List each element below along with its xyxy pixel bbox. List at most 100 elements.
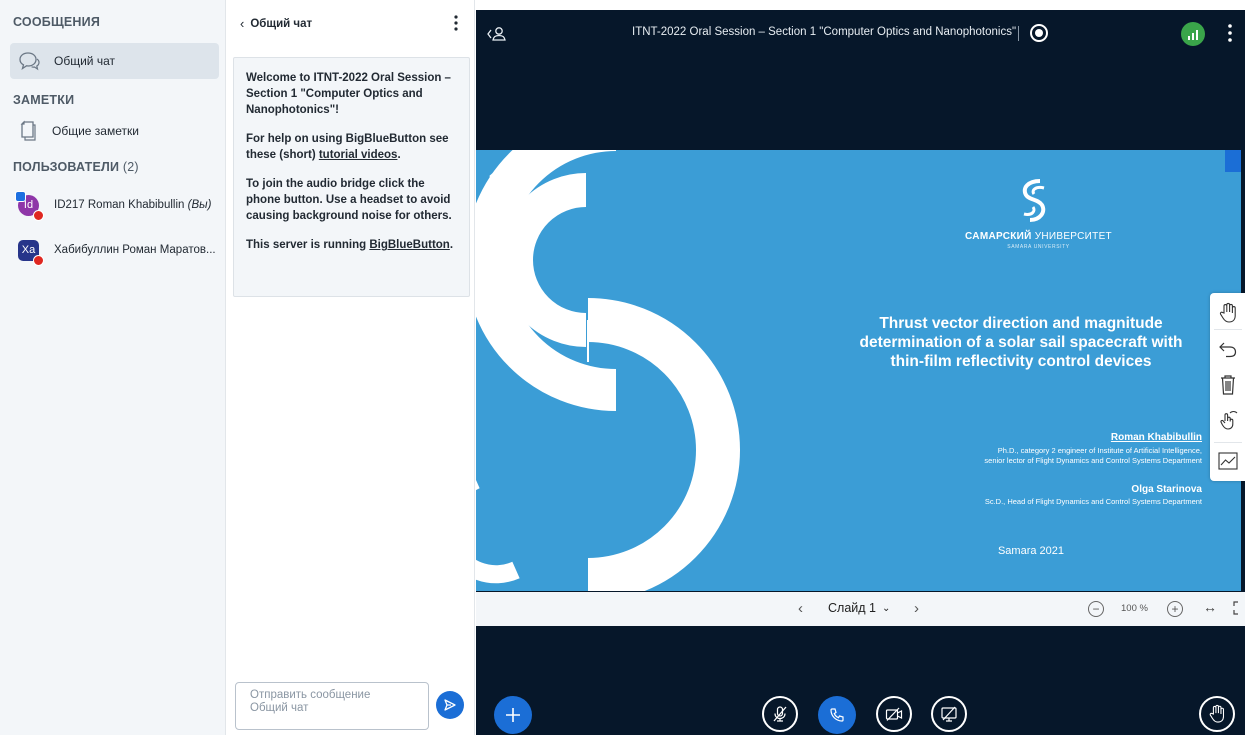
toolbar-divider [1214, 442, 1242, 443]
meeting-title: ITNT-2022 Oral Session – Section 1 "Comp… [632, 26, 1017, 38]
chat-message-input[interactable]: Отправить сообщение Общий чат [235, 682, 429, 730]
slide-date: Samara 2021 [997, 545, 1065, 557]
muted-mic-icon [33, 209, 44, 221]
public-chat-item[interactable]: Общий чат [10, 43, 219, 79]
help-text: . [397, 149, 401, 161]
chat-bubble-icon [19, 52, 40, 71]
minimize-presentation-button[interactable] [1225, 150, 1241, 172]
next-slide-button[interactable]: › [914, 600, 919, 617]
users-section-title: ПОЛЬЗОВАТЕЛИ (2) [13, 160, 139, 174]
bigbluebutton-link[interactable]: BigBlueButton [369, 239, 449, 251]
fullscreen-icon[interactable] [1233, 601, 1243, 615]
leave-audio-button[interactable] [818, 696, 856, 734]
multi-user-button[interactable] [1216, 408, 1240, 432]
muted-mic-icon [33, 254, 44, 266]
actions-button[interactable] [494, 696, 532, 734]
chat-title: Общий чат [250, 17, 313, 30]
user-name: ID217 Roman Khabibullin (Вы) [54, 199, 211, 211]
welcome-text: Welcome to [246, 72, 314, 84]
multi-user-pointer-icon [1220, 410, 1238, 430]
server-text: This server is running [246, 239, 370, 251]
chat-back-button[interactable]: ‹ Общий чат [240, 16, 312, 31]
author-name: Olga Starinova [1131, 484, 1202, 495]
slide-title: Thrust vector direction and magnitude de… [859, 315, 1183, 370]
toolbar-divider [1214, 329, 1242, 330]
slide-select[interactable]: Слайд 1 ⌄ [828, 601, 890, 615]
user-row-other[interactable]: Ха Хабибуллин Роман Маратов... [18, 235, 218, 266]
zoom-in-button[interactable]: + [1167, 601, 1183, 617]
avatar: Ха [18, 239, 44, 266]
public-chat-label: Общий чат [54, 54, 115, 68]
plus-icon: + [1171, 602, 1179, 616]
avatar: Id [15, 190, 44, 221]
chat-input-placeholder: Отправить сообщение [250, 689, 371, 701]
plus-icon [506, 708, 520, 722]
shared-notes-label: Общие заметки [52, 124, 139, 138]
hand-icon [1219, 302, 1236, 323]
author-description: Sc.D., Head of Flight Dynamics and Contr… [984, 497, 1202, 506]
screen-share-off-icon [941, 706, 957, 722]
raise-hand-button[interactable] [1199, 696, 1235, 732]
presentation-slide: САМАРСКИЙ УНИВЕРСИТЕТ SAMARA UNIVERSITY … [476, 150, 1241, 591]
draw-tool-button[interactable] [1216, 449, 1240, 473]
chat-options-icon[interactable] [451, 14, 461, 32]
audio-line: To join the audio bridge click the phone… [246, 178, 452, 222]
title-divider [1018, 26, 1019, 41]
toggle-userlist-icon[interactable] [486, 24, 510, 44]
send-button[interactable] [436, 691, 464, 719]
tutorial-videos-link[interactable]: tutorial videos [319, 149, 398, 161]
chevron-down-icon: ⌄ [881, 602, 891, 614]
author-description-line: Ph.D., category 2 engineer of Institute … [997, 446, 1202, 455]
author-name: Roman Khabibullin [1110, 432, 1202, 443]
university-name-rest: УНИВЕРСИТЕТ [1031, 231, 1112, 242]
notes-icon [20, 120, 36, 141]
user-list-panel: СООБЩЕНИЯ Общий чат ЗАМЕТКИ Общие заметк… [0, 0, 226, 735]
presentation-area: ITNT-2022 Oral Session – Section 1 "Comp… [476, 10, 1245, 735]
server-line: This server is running BigBlueButton. [246, 237, 457, 253]
messages-section-title: СООБЩЕНИЯ [13, 15, 101, 29]
user-self-suffix: (Вы) [187, 199, 212, 211]
author-description: Ph.D., category 2 engineer of Institute … [836, 446, 1202, 466]
share-webcam-button[interactable] [876, 696, 912, 732]
university-logo-icon [1022, 179, 1046, 222]
microphone-muted-icon [773, 706, 787, 722]
user-name-text: ID217 Roman Khabibullin [54, 199, 185, 211]
app-options-icon[interactable] [1225, 22, 1235, 44]
connection-status-icon[interactable] [1181, 22, 1205, 46]
slide-navigation-bar: ‹ Слайд 1 ⌄ › − 100 % + ↔ [476, 592, 1245, 626]
send-icon [444, 699, 456, 711]
chat-input-placeholder: Общий чат [250, 702, 309, 714]
phone-icon [830, 708, 844, 722]
server-text: . [449, 239, 454, 251]
mute-button[interactable] [762, 696, 798, 732]
chevron-left-icon: ‹ [240, 16, 245, 31]
university-name-en: SAMARA UNIVERSITY [1007, 244, 1070, 250]
zoom-out-button[interactable]: − [1088, 601, 1104, 617]
notes-section-title: ЗАМЕТКИ [13, 93, 75, 107]
minus-icon: − [1092, 602, 1100, 616]
welcome-line: Welcome to ITNT-2022 Oral Session – Sect… [246, 70, 457, 118]
user-row-self[interactable]: Id ID217 Roman Khabibullin (Вы) [15, 190, 218, 221]
help-line: For help on using BigBlueButton see thes… [246, 131, 457, 163]
users-title-text: ПОЛЬЗОВАТЕЛИ [13, 160, 120, 174]
university-name: САМАРСКИЙ УНИВЕРСИТЕТ [926, 231, 1151, 242]
undo-icon [1219, 342, 1237, 358]
chat-panel: ‹ Общий чат Welcome to ITNT-2022 Oral Se… [226, 0, 475, 735]
university-name-bold: САМАРСКИЙ [965, 231, 1032, 242]
presenter-badge-icon [15, 190, 26, 202]
undo-button[interactable] [1216, 337, 1240, 361]
pan-tool-button[interactable] [1216, 301, 1240, 325]
record-icon[interactable] [1030, 24, 1048, 42]
clear-all-button[interactable] [1216, 373, 1240, 397]
welcome-message: Welcome to ITNT-2022 Oral Session – Sect… [233, 57, 470, 297]
avatar-initials: Ха [21, 244, 36, 256]
users-count: (2) [122, 160, 139, 174]
fit-to-width-button[interactable]: ↔ [1203, 599, 1217, 615]
previous-slide-button[interactable]: ‹ [798, 600, 803, 617]
shared-notes-item[interactable]: Общие заметки [10, 113, 219, 149]
slide-graphic-s [476, 150, 740, 591]
share-screen-button[interactable] [931, 696, 967, 732]
hand-icon [1209, 704, 1225, 723]
author-description-line: senior lector of Flight Dynamics and Con… [984, 456, 1202, 465]
trash-icon [1221, 375, 1235, 395]
